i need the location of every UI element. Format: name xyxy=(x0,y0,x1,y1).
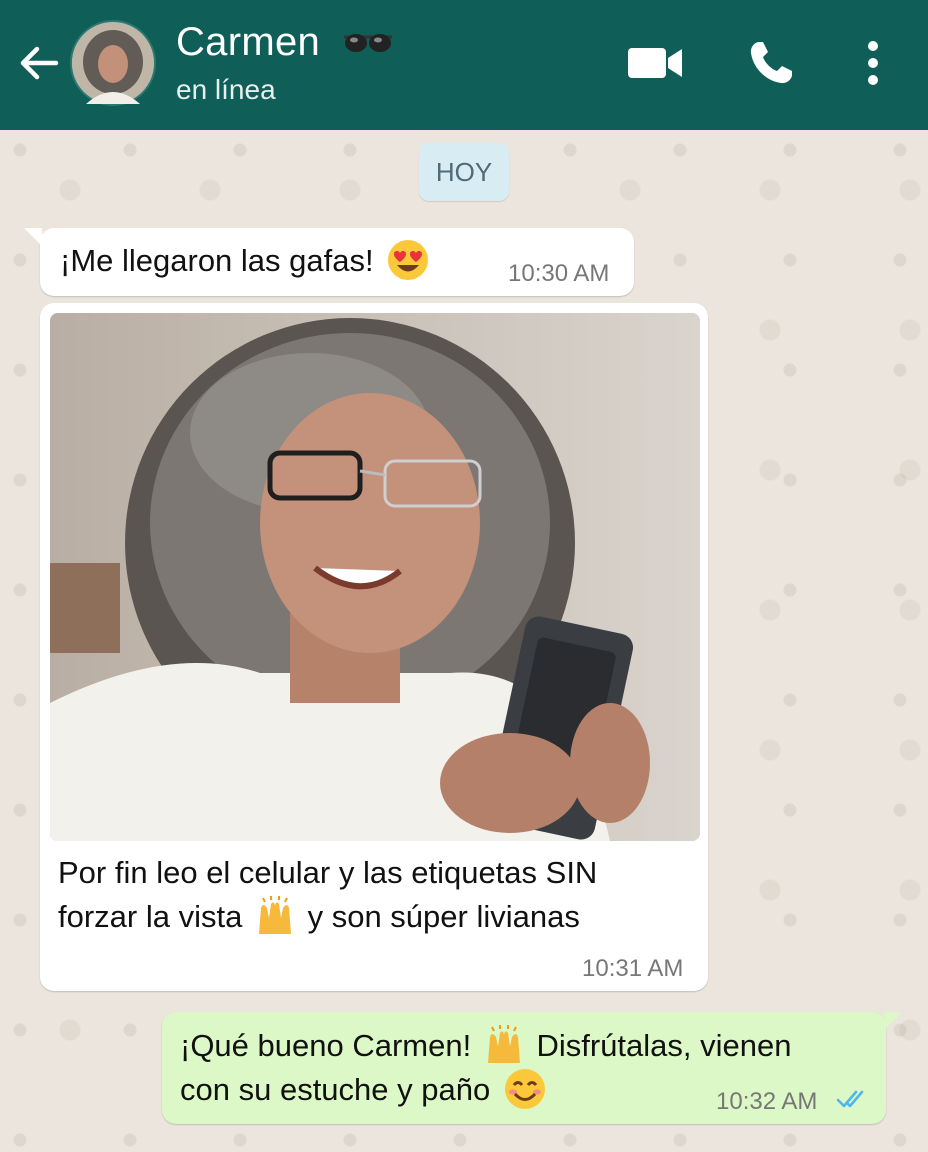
smiling-face-emoji-icon xyxy=(504,1068,545,1109)
raised-hands-emoji-icon xyxy=(487,1024,520,1063)
message-text: ¡Me llegaron las gafas! xyxy=(60,239,430,283)
chat-header: Carmen en línea xyxy=(0,0,928,130)
message-line-1-end: Disfrútalas, vienen xyxy=(536,1028,792,1063)
contact-name[interactable]: Carmen xyxy=(176,20,320,65)
raised-hands-emoji-icon xyxy=(258,895,291,934)
heart-eyes-emoji-icon xyxy=(388,239,429,280)
message-time: 10:32 AM xyxy=(716,1088,818,1115)
caption-line-2: forzar la vista y son súper livianas xyxy=(58,895,698,939)
message-line-1-start: ¡Qué bueno Carmen! xyxy=(180,1028,472,1063)
shared-photo[interactable] xyxy=(50,313,700,841)
incoming-message[interactable]: ¡Me llegaron las gafas! 10:30 AM xyxy=(24,228,634,296)
contact-status: en línea xyxy=(176,74,276,105)
video-call-icon[interactable] xyxy=(626,42,684,84)
message-line-2-text: con su estuche y paño xyxy=(180,1072,491,1107)
caption-line-2-end: y son súper livianas xyxy=(307,899,580,934)
photo-woman-with-glasses xyxy=(50,313,700,841)
message-text-content: ¡Me llegaron las gafas! xyxy=(60,243,374,278)
message-time: 10:30 AM xyxy=(508,260,610,287)
caption-line-1: Por fin leo el celular y las etiquetas S… xyxy=(58,855,598,890)
image-caption: Por fin leo el celular y las etiquetas S… xyxy=(58,851,698,939)
read-receipt-double-check-icon xyxy=(836,1090,864,1108)
message-line-1: ¡Qué bueno Carmen! Disfrútalas, vienen xyxy=(180,1024,870,1068)
message-time: 10:31 AM xyxy=(582,955,684,982)
avatar[interactable] xyxy=(70,20,156,106)
incoming-image-message[interactable]: Por fin leo el celular y las etiquetas S… xyxy=(40,303,708,991)
more-options-icon[interactable] xyxy=(858,38,888,88)
glasses-icon xyxy=(344,34,392,52)
bubble-tail xyxy=(884,1012,902,1030)
bubble-tail xyxy=(24,228,42,246)
date-separator: HOY xyxy=(419,143,509,201)
outgoing-message[interactable]: ¡Qué bueno Carmen! Disfrútalas, vienen c… xyxy=(162,1012,902,1124)
phone-icon[interactable] xyxy=(746,38,796,88)
caption-line-2-start: forzar la vista xyxy=(58,899,243,934)
avatar-portrait xyxy=(72,22,154,104)
back-arrow-icon[interactable] xyxy=(16,40,62,86)
